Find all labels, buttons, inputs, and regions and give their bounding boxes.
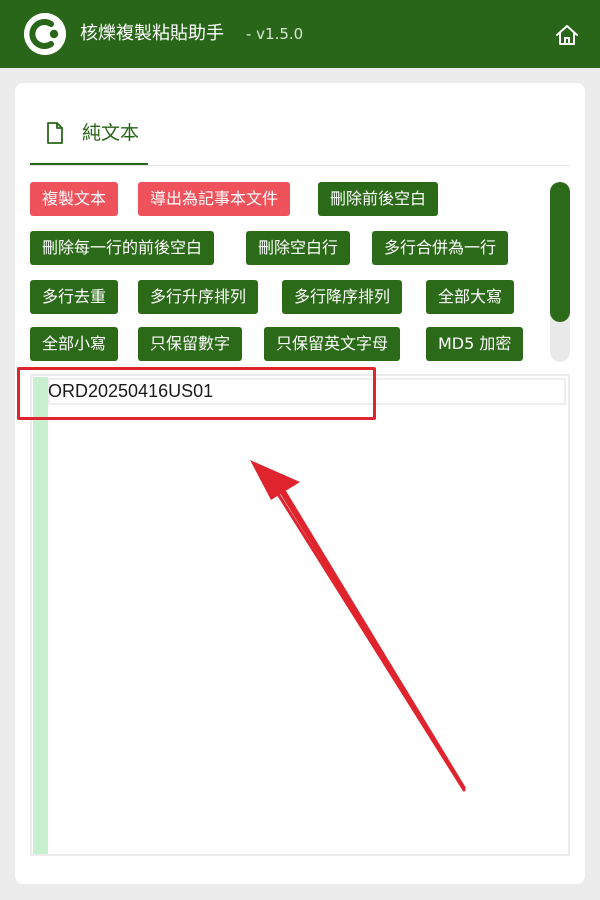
delete-blank-lines-button[interactable]: 刪除空白行 xyxy=(246,231,351,265)
tab-label: 純文本 xyxy=(82,122,140,144)
tab-plain-text[interactable]: 純文本 xyxy=(30,110,148,166)
text-editor[interactable] xyxy=(30,374,570,856)
title-bar: 核爍複製粘貼助手 - v1.5.0 xyxy=(0,0,600,68)
app-logo-icon xyxy=(24,13,66,55)
dedupe-lines-button[interactable]: 多行去重 xyxy=(30,280,119,314)
sort-ascending-button[interactable]: 多行升序排列 xyxy=(138,280,259,314)
keep-digits-button[interactable]: 只保留數字 xyxy=(138,327,243,361)
editor-gutter xyxy=(33,377,48,854)
editor-line-1[interactable]: ORD20250416US01 xyxy=(48,378,213,405)
lowercase-button[interactable]: 全部小寫 xyxy=(30,327,119,361)
trim-whitespace-button[interactable]: 刪除前後空白 xyxy=(318,182,439,216)
app-version: - v1.5.0 xyxy=(246,25,304,43)
keep-letters-button[interactable]: 只保留英文字母 xyxy=(264,327,401,361)
uppercase-button[interactable]: 全部大寫 xyxy=(426,280,515,314)
merge-lines-button[interactable]: 多行合併為一行 xyxy=(372,231,509,265)
app-title: 核爍複製粘貼助手 xyxy=(80,23,224,44)
copy-text-button[interactable]: 複製文本 xyxy=(30,182,119,216)
tab-divider xyxy=(30,165,570,166)
home-button[interactable] xyxy=(554,22,580,48)
trim-each-line-button[interactable]: 刪除每一行的前後空白 xyxy=(30,231,215,265)
file-icon xyxy=(46,122,64,144)
button-scroll-thumb[interactable] xyxy=(550,182,570,322)
export-notepad-button[interactable]: 導出為記事本文件 xyxy=(138,182,291,216)
home-icon xyxy=(556,25,578,45)
sort-descending-button[interactable]: 多行降序排列 xyxy=(282,280,403,314)
md5-encrypt-button[interactable]: MD5 加密 xyxy=(426,327,524,361)
